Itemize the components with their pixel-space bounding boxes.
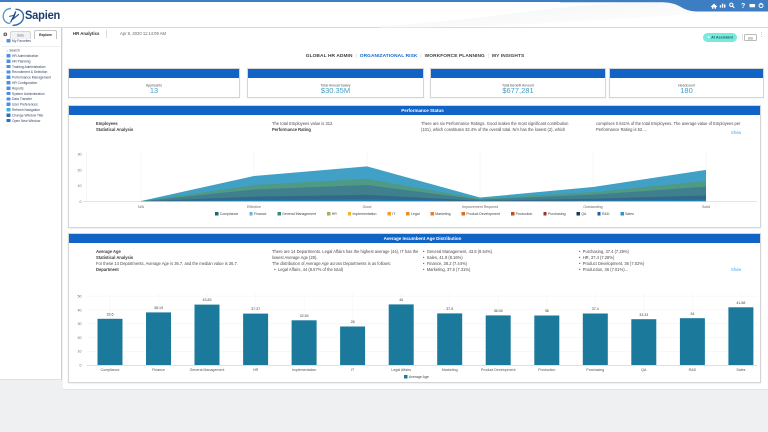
- svg-text:37.37: 37.37: [251, 307, 260, 311]
- svg-text:Implementation: Implementation: [292, 368, 317, 372]
- svg-text:Effective: Effective: [247, 205, 261, 209]
- svg-text:41.88: 41.88: [736, 301, 745, 305]
- svg-text:Sales: Sales: [736, 368, 745, 372]
- svg-text:30: 30: [78, 153, 82, 157]
- svg-text:34: 34: [690, 312, 694, 316]
- svg-text:General Management: General Management: [190, 368, 225, 372]
- svg-text:20: 20: [78, 168, 82, 172]
- svg-text:20: 20: [78, 336, 82, 340]
- svg-text:Legal Affairs: Legal Affairs: [391, 368, 411, 372]
- svg-text:N/A: N/A: [138, 205, 145, 209]
- svg-text:Finance: Finance: [152, 368, 165, 372]
- svg-text:Product Development: Product Development: [481, 368, 516, 372]
- svg-text:Outstanding: Outstanding: [583, 205, 602, 209]
- svg-text:Marketing: Marketing: [442, 368, 458, 372]
- svg-text:?: ?: [741, 3, 745, 10]
- svg-text:10: 10: [78, 184, 82, 188]
- svg-text:10: 10: [78, 350, 82, 354]
- svg-text:43.83: 43.83: [203, 298, 212, 302]
- svg-text:36.04: 36.04: [494, 309, 503, 313]
- svg-text:33.6: 33.6: [107, 312, 114, 316]
- svg-text:0: 0: [80, 364, 82, 368]
- svg-text:37.4: 37.4: [592, 307, 599, 311]
- svg-text:Good: Good: [363, 205, 372, 209]
- svg-text:38.19: 38.19: [154, 306, 163, 310]
- svg-text:Production: Production: [538, 368, 555, 372]
- svg-text:50: 50: [78, 295, 82, 299]
- svg-text:30: 30: [78, 322, 82, 326]
- svg-text:HR: HR: [253, 368, 259, 372]
- svg-text:QA: QA: [641, 368, 647, 372]
- svg-text:Purchasing: Purchasing: [586, 368, 604, 372]
- svg-text:28: 28: [351, 320, 355, 324]
- svg-text:44: 44: [399, 298, 403, 302]
- svg-text:Compliance: Compliance: [101, 368, 120, 372]
- svg-text:32.54: 32.54: [300, 314, 309, 318]
- svg-text:40: 40: [78, 308, 82, 312]
- svg-text:R&D: R&D: [689, 368, 697, 372]
- svg-text:0: 0: [80, 200, 82, 204]
- svg-text:Improvement Required: Improvement Required: [462, 205, 499, 209]
- svg-text:Solid: Solid: [702, 205, 710, 209]
- svg-text:33.33: 33.33: [639, 313, 648, 317]
- svg-text:37.5: 37.5: [446, 307, 453, 311]
- svg-text:36: 36: [545, 309, 549, 313]
- svg-text:IT: IT: [351, 368, 355, 372]
